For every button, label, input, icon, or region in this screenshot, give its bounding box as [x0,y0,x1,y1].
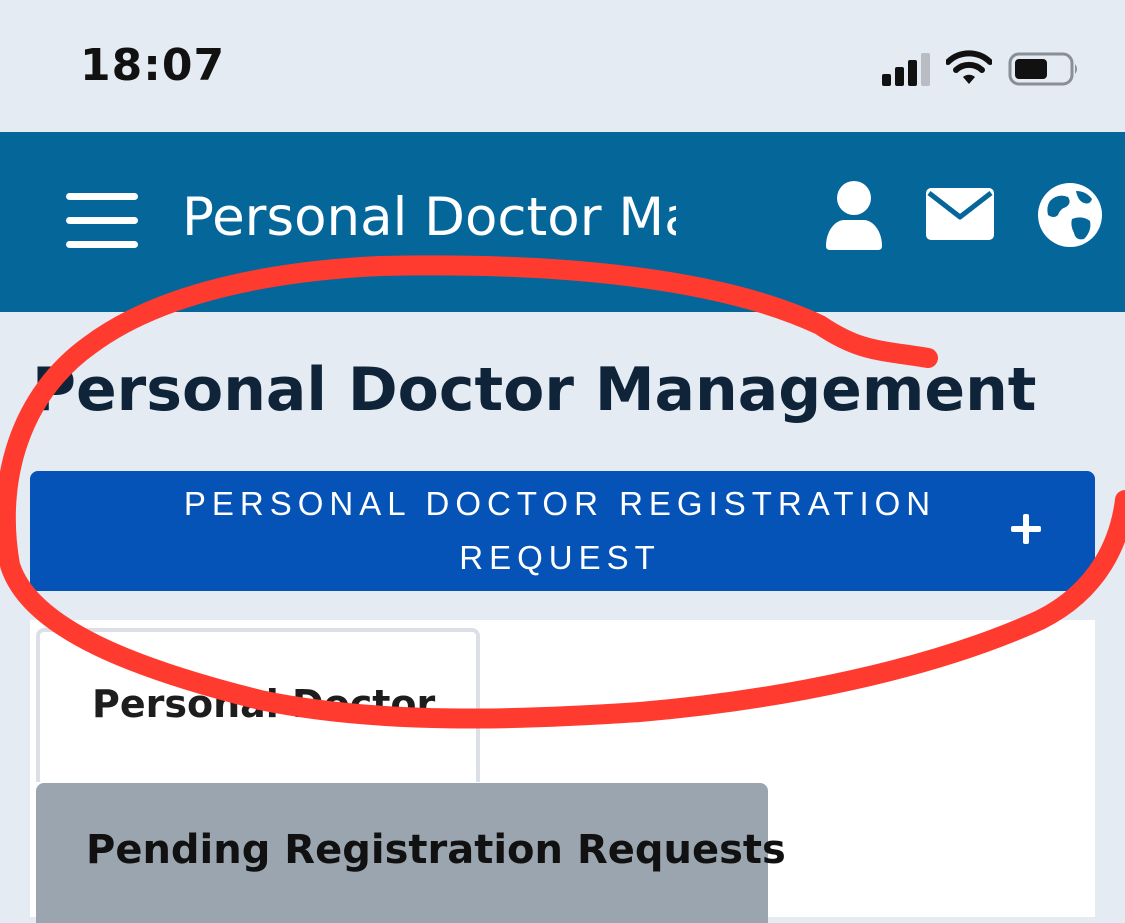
status-time: 18:07 [80,40,226,91]
signal-icon [882,52,934,86]
tab-pending-label: Pending Registration Requests [86,827,786,873]
tab-personal-doctor[interactable]: Personal Doctor [36,628,480,782]
user-icon[interactable] [822,180,886,250]
register-button-line-2: REQUEST [459,539,661,576]
header-title: Personal Doctor Management [182,187,676,248]
register-button-line-1: PERSONAL DOCTOR REGISTRATION [183,485,937,522]
wifi-icon [946,50,992,84]
personal-doctor-registration-request-button[interactable]: PERSONAL DOCTOR REGISTRATION REQUEST [30,471,1095,591]
tab-personal-doctor-label: Personal Doctor [92,682,436,726]
hamburger-menu-icon[interactable] [66,193,138,249]
register-button-label: PERSONAL DOCTOR REGISTRATION REQUEST [130,471,990,591]
battery-icon [1008,52,1077,86]
status-bar: 18:07 [0,0,1125,132]
page-title: Personal Doctor Management [32,355,1037,425]
globe-icon[interactable] [1036,181,1104,249]
tab-pending-registration-requests[interactable]: Pending Registration Requests [36,783,786,923]
plus-icon [1006,509,1046,549]
mail-icon[interactable] [926,188,994,240]
